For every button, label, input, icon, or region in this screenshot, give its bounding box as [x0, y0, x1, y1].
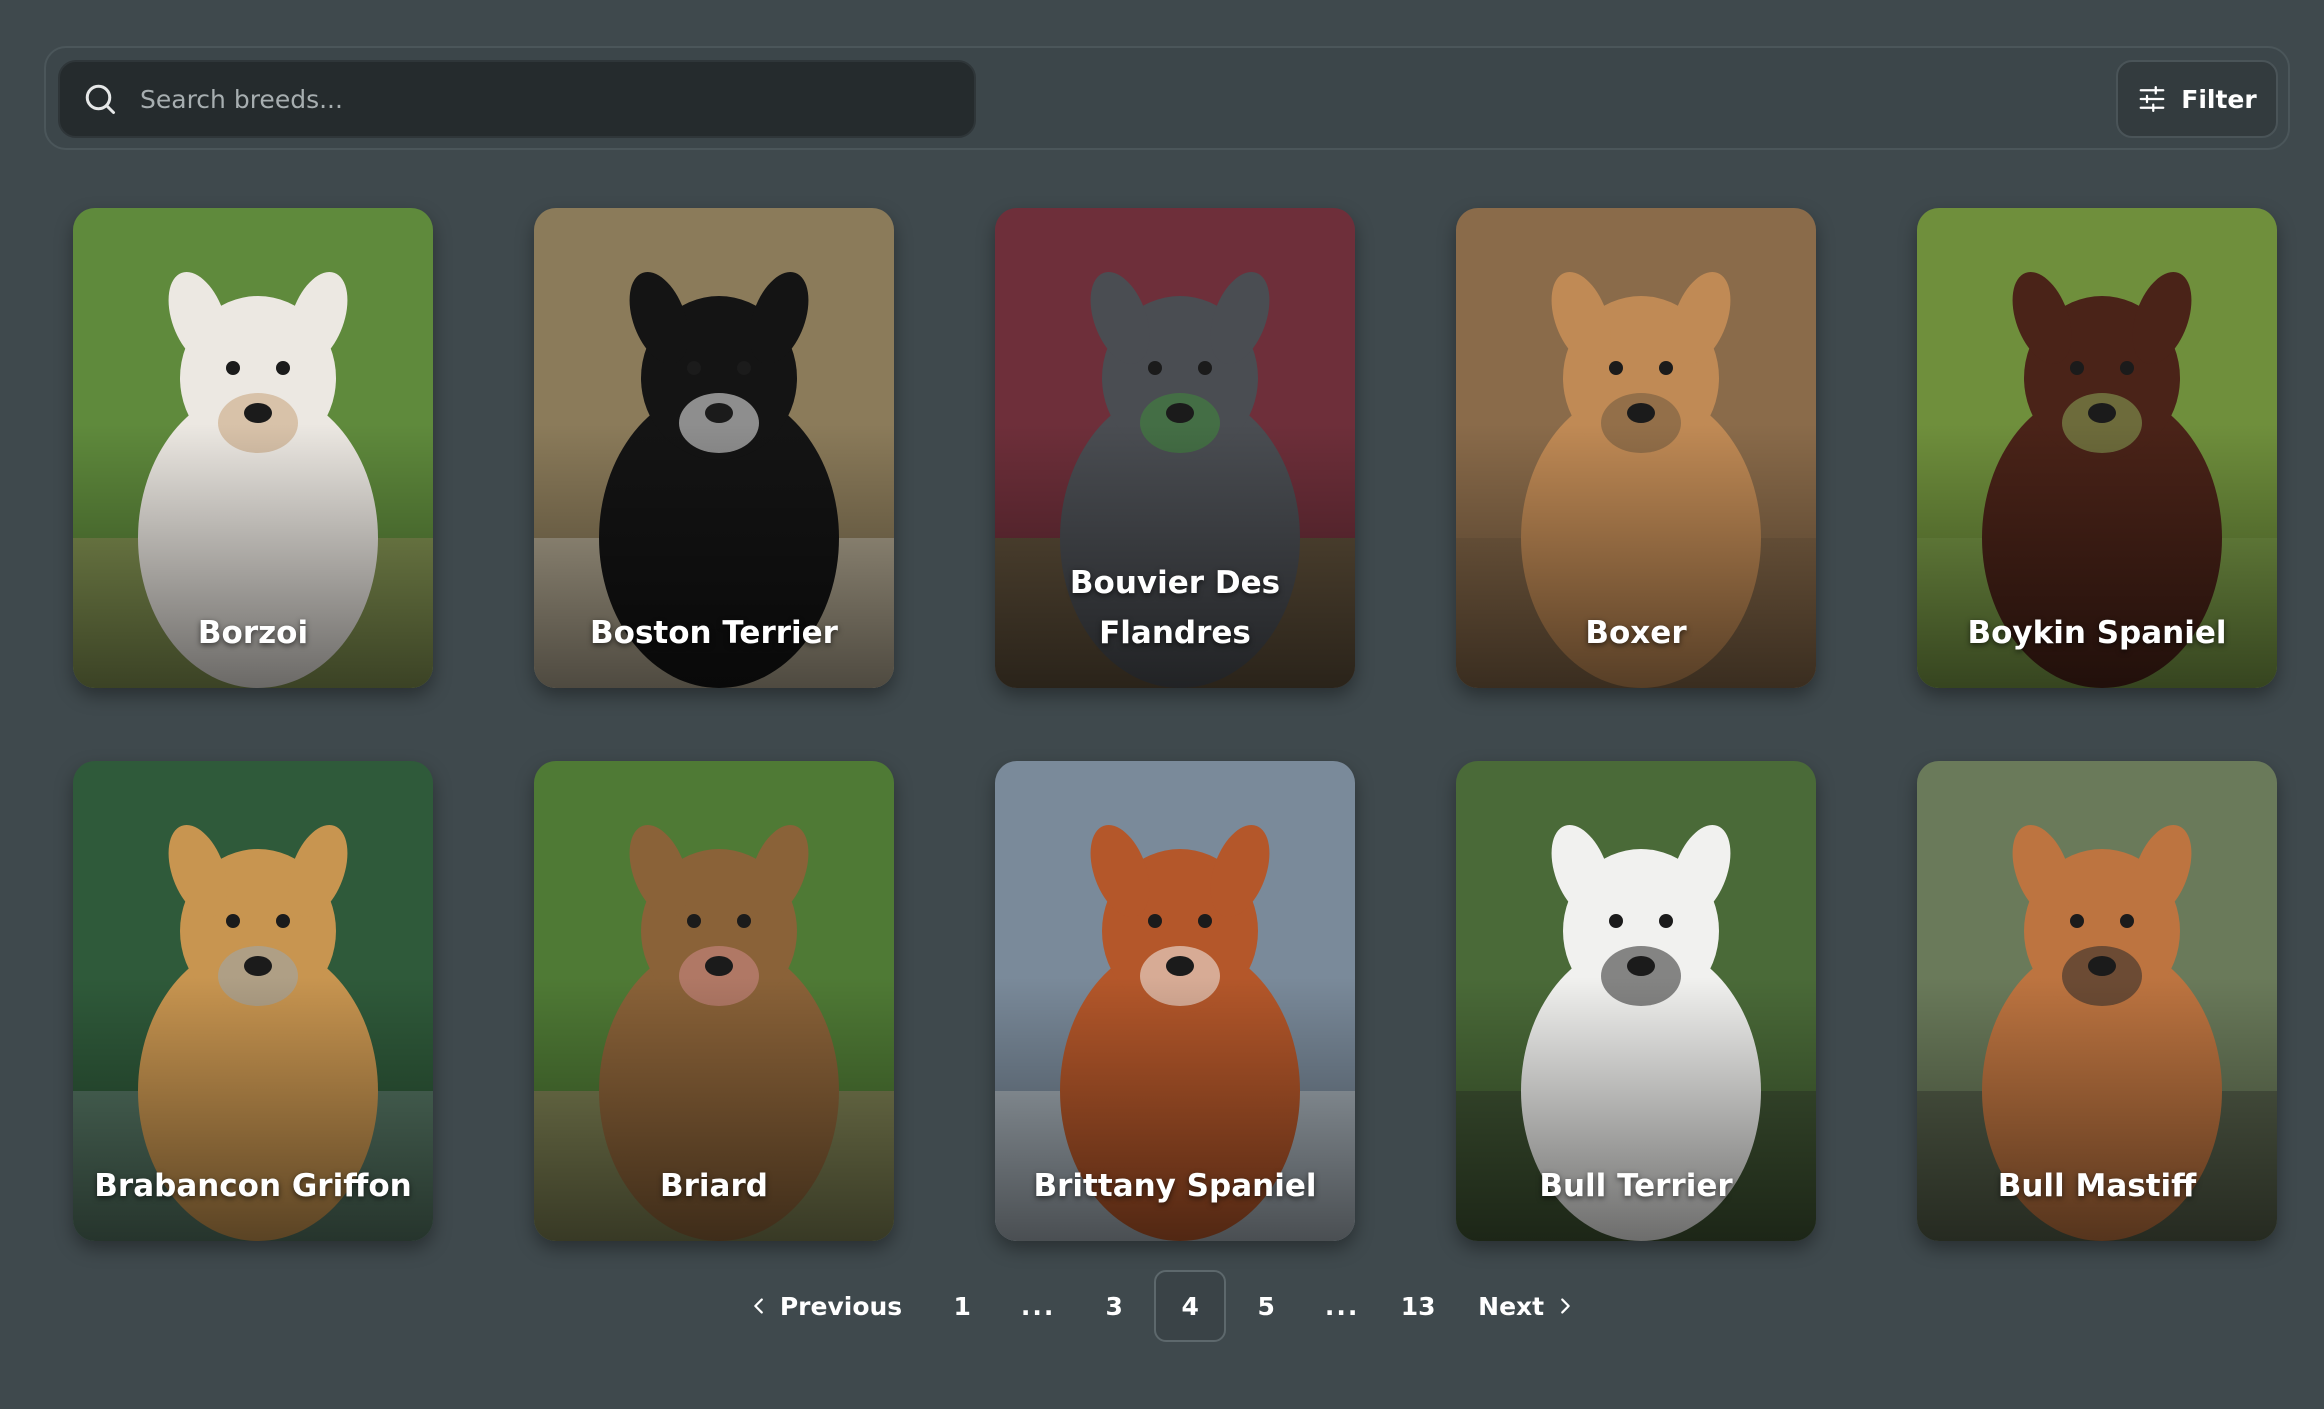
page-number-button[interactable]: 3	[1078, 1270, 1150, 1342]
breed-name: Borzoi	[197, 615, 309, 651]
breed-card[interactable]: Bull Terrier	[1456, 761, 1816, 1241]
page-ellipsis: ...	[1020, 1291, 1056, 1321]
breed-name: Bouvier Des Flandres	[1069, 565, 1281, 651]
filter-button[interactable]: Filter	[2116, 60, 2278, 138]
previous-label: Previous	[779, 1291, 903, 1321]
breed-name: Bull Mastiff	[1997, 1168, 2197, 1204]
page-number-button[interactable]: 5	[1230, 1270, 1302, 1342]
breed-name: Brittany Spaniel	[1033, 1168, 1317, 1204]
breed-card[interactable]: Bouvier Des Flandres	[995, 208, 1355, 688]
breed-card[interactable]: Briard	[534, 761, 894, 1241]
chevron-right-icon	[1561, 1298, 1570, 1314]
search-icon	[85, 84, 115, 114]
breed-card[interactable]: Brittany Spaniel	[995, 761, 1355, 1241]
toolbar: Filter	[44, 46, 2290, 150]
previous-page-button[interactable]: Previous	[728, 1270, 922, 1342]
breed-card[interactable]: Brabancon Griffon	[73, 761, 433, 1241]
page-number-button[interactable]: 1	[926, 1270, 998, 1342]
pagination: Previous 1... 3 4 5... 13 Next	[0, 1270, 2324, 1342]
page-number-button[interactable]: 4	[1154, 1270, 1227, 1342]
breed-name: Brabancon Griffon	[94, 1168, 412, 1204]
page-number-button[interactable]: 13	[1382, 1270, 1454, 1342]
breed-name: Boxer	[1585, 615, 1687, 651]
breed-name: Bull Terrier	[1539, 1168, 1733, 1204]
page-numbers: 1... 3 4 5... 13	[924, 1270, 1456, 1342]
next-page-button[interactable]: Next	[1458, 1270, 1596, 1342]
breed-card[interactable]: Borzoi	[73, 208, 433, 688]
sliders-icon	[2139, 86, 2165, 112]
search-input[interactable]	[140, 84, 920, 114]
chevron-left-icon	[754, 1298, 763, 1314]
next-label: Next	[1478, 1291, 1545, 1321]
page-ellipsis: ...	[1324, 1291, 1360, 1321]
breed-name: Boykin Spaniel	[1967, 615, 2227, 651]
breed-card[interactable]: Boxer	[1456, 208, 1816, 688]
breed-name: Briard	[660, 1168, 768, 1204]
breed-card[interactable]: Boston Terrier	[534, 208, 894, 688]
breed-card[interactable]: Boykin Spaniel	[1917, 208, 2277, 688]
breed-card[interactable]: Bull Mastiff	[1917, 761, 2277, 1241]
filter-label: Filter	[2181, 84, 2257, 114]
search-box[interactable]	[58, 60, 976, 138]
breed-name: Boston Terrier	[590, 615, 838, 651]
